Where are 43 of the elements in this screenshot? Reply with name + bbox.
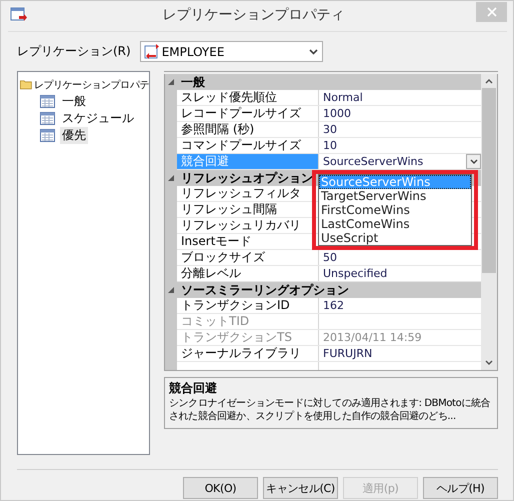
replication-dropdown[interactable]: EMPLOYEE xyxy=(140,41,323,62)
dropdown-option[interactable]: UseScript xyxy=(319,231,471,245)
chevron-down-icon xyxy=(470,159,478,164)
table-sync-icon xyxy=(144,44,160,60)
property-row[interactable]: トランザクションID 162 xyxy=(165,298,481,314)
dropdown-option[interactable]: TargetServerWins xyxy=(319,189,471,203)
description-title: 競合回避 xyxy=(169,380,218,397)
description-text: シンクロナイゼーションモードに対してのみ適用されます: DBMotoに統合された競合回避か、スクリプトを使用した自作の競合回避のどち... xyxy=(169,397,492,423)
window-title: レプリケーションプロパティ xyxy=(162,6,346,24)
tree-item[interactable]: 優先 xyxy=(20,127,149,144)
dropdown-option[interactable]: FirstComeWins xyxy=(319,203,471,217)
app-icon xyxy=(10,7,28,23)
folder-icon xyxy=(20,78,32,91)
scrollbar[interactable] xyxy=(481,74,497,370)
tree-item[interactable]: レプリケーションプロパテ xyxy=(20,76,149,93)
replication-label: レプリケーション(R) xyxy=(17,43,131,60)
scroll-up-icon xyxy=(485,79,493,84)
table-icon xyxy=(40,95,55,108)
property-row[interactable]: 競合回避 SourceServerWins xyxy=(165,154,481,170)
section-header[interactable]: 一般 xyxy=(165,74,481,90)
dropdown-button[interactable] xyxy=(466,154,481,169)
scroll-down-icon xyxy=(485,360,493,365)
table-icon xyxy=(40,129,55,142)
tree-item[interactable]: スケジュール xyxy=(20,110,149,127)
property-row[interactable]: 参照間隔 (秒) 30 xyxy=(165,122,481,138)
scrollbar-thumb[interactable] xyxy=(482,88,496,273)
dropdown-option[interactable]: LastComeWins xyxy=(319,217,471,231)
close-button[interactable] xyxy=(476,2,507,22)
collapse-icon xyxy=(168,175,174,181)
dialog-button[interactable]: キャンセル(C) xyxy=(263,477,338,499)
close-icon xyxy=(486,7,496,17)
property-row[interactable]: ブロックサイズ 50 xyxy=(165,250,481,266)
property-row[interactable]: ジャーナルライブラリ FURUJRN xyxy=(165,346,481,362)
table-icon xyxy=(40,112,55,125)
property-row[interactable]: レコードプールサイズ 1000 xyxy=(165,106,481,122)
collapse-icon xyxy=(168,287,174,293)
collapse-icon xyxy=(168,79,174,85)
tree-item[interactable]: 一般 xyxy=(20,93,149,110)
dialog-button[interactable]: OK(O) xyxy=(183,477,258,499)
chevron-down-icon xyxy=(308,48,318,54)
dialog-button[interactable]: ヘルプ(H) xyxy=(423,477,498,499)
section-header[interactable]: ソースミラーリングオプション xyxy=(165,282,481,298)
property-row[interactable]: スレッド優先順位 Normal xyxy=(165,90,481,106)
